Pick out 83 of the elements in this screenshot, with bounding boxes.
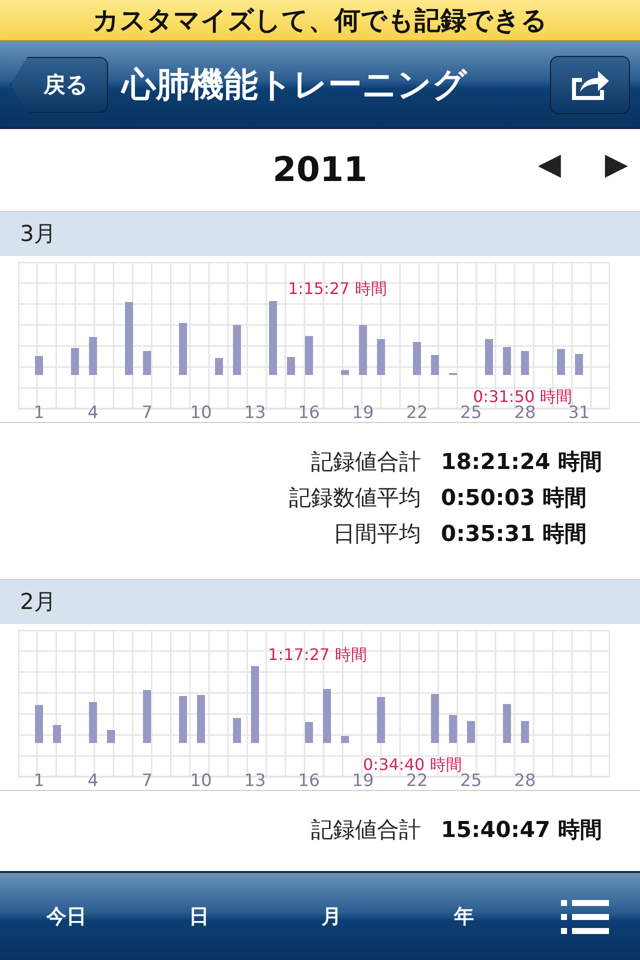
stat-value: 15:40:47 時間 (440, 817, 602, 845)
promo-text: カスタマイズして、何でも記録できる (92, 4, 548, 38)
chart-bar (143, 690, 151, 743)
tab[interactable]: 年 (398, 873, 530, 960)
chart-bar (485, 339, 493, 375)
axis-tick-label: 22 (406, 771, 428, 790)
screen-title: 心肺機能トレーニング (122, 64, 468, 106)
next-year-button[interactable]: ▶ (604, 147, 628, 182)
list-icon (561, 900, 609, 934)
chart-bar (431, 694, 439, 743)
axis-tick-label: 7 (142, 403, 152, 422)
axis-tick-label: 4 (88, 771, 98, 790)
chart-bar (503, 347, 511, 375)
chart-bar (467, 721, 475, 743)
stat-label: 記録値合計 (310, 449, 421, 477)
chart-bar (323, 689, 331, 743)
stat-label: 記録数値平均 (288, 485, 421, 513)
stat-label: 記録値合計 (310, 817, 421, 845)
stat-label: 日間平均 (332, 521, 421, 549)
min-value-label: 0:34:40 時間 (363, 755, 462, 774)
month-title: 3月 (20, 221, 56, 249)
chart-bar (89, 337, 97, 375)
axis-tick-label: 4 (88, 403, 98, 422)
chart-bar (359, 325, 367, 375)
chart-bar (557, 349, 565, 375)
tab[interactable]: 日 (132, 873, 265, 960)
share-button[interactable] (550, 56, 630, 114)
chart-bar (521, 351, 529, 375)
chart-bar (305, 336, 313, 375)
axis-tick-label: 10 (190, 403, 212, 422)
chart-bar (377, 339, 385, 375)
chart-bar (179, 696, 187, 743)
chart-bar (287, 357, 295, 375)
stat-value: 0:35:31 時間 (440, 521, 587, 549)
axis-tick-label: 13 (244, 771, 266, 790)
chart-bar (377, 697, 385, 743)
chart-bar (413, 342, 421, 375)
chart-bar (431, 355, 439, 375)
chart-bar (53, 725, 61, 743)
chart-bar (305, 722, 313, 743)
axis-tick-label: 28 (514, 771, 536, 790)
chart-bar (233, 718, 241, 743)
previous-year-button[interactable]: ◀ (538, 147, 561, 182)
chart-bar (89, 702, 97, 743)
chart-bar (143, 351, 151, 375)
chart-bar (35, 356, 43, 375)
axis-tick-label: 13 (244, 403, 266, 422)
axis-tick-label: 25 (460, 403, 482, 422)
chart-bar (179, 323, 187, 375)
axis-tick-label: 7 (142, 771, 152, 790)
max-value-label: 1:17:27 時間 (268, 645, 367, 664)
axis-tick-label: 1 (34, 403, 44, 422)
chart-bar (575, 354, 583, 375)
month-title: 2月 (20, 589, 56, 617)
chart-bar (521, 721, 529, 743)
stat-value: 18:21:24 時間 (440, 449, 602, 477)
tab[interactable]: 今日 (0, 873, 132, 960)
year-label: 2011 (272, 150, 368, 190)
axis-tick-label: 31 (568, 403, 590, 422)
chart-bar (449, 715, 457, 743)
back-button[interactable]: 戻る (10, 56, 108, 112)
chart-bar (341, 736, 349, 743)
chart-bar (197, 695, 205, 743)
axis-tick-label: 28 (514, 403, 536, 422)
max-value-label: 1:15:27 時間 (288, 279, 387, 298)
chart-bar (341, 370, 349, 375)
axis-tick-label: 1 (34, 771, 44, 790)
chart-bar (215, 358, 223, 375)
axis-tick-label: 25 (460, 771, 482, 790)
stat-value: 0:50:03 時間 (440, 485, 587, 513)
chart-bar (71, 348, 79, 375)
chart-bar (107, 730, 115, 743)
tab[interactable]: 月 (265, 873, 398, 960)
min-value-label: 0:31:50 時間 (473, 387, 572, 406)
axis-tick-label: 16 (298, 403, 320, 422)
chart-bar (35, 705, 43, 743)
chart-bar (503, 704, 511, 743)
chart-bar (233, 325, 241, 375)
axis-tick-label: 16 (298, 771, 320, 790)
axis-tick-label: 10 (190, 771, 212, 790)
axis-tick-label: 19 (352, 771, 374, 790)
axis-tick-label: 22 (406, 403, 428, 422)
axis-tick-label: 19 (352, 403, 374, 422)
